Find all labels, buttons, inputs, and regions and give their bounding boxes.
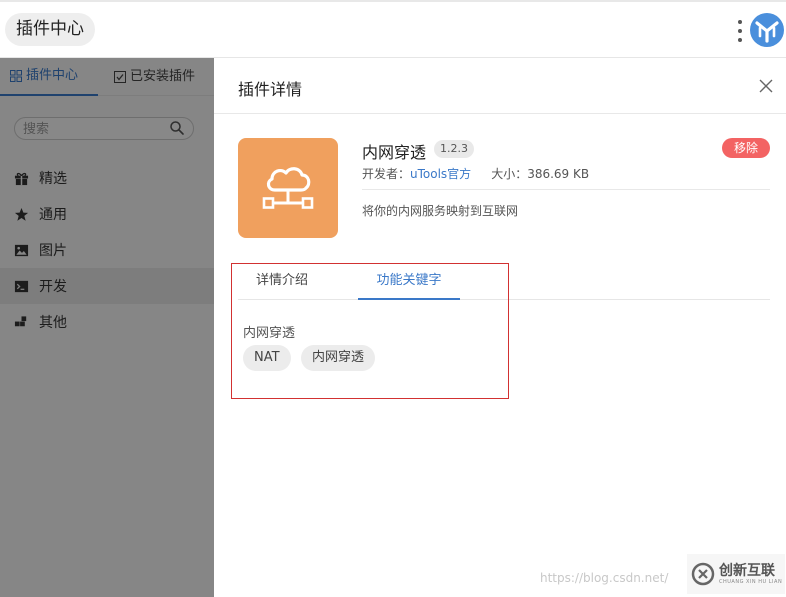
plugin-meta: 开发者：uTools官方 大小：386.69 KB [362, 165, 589, 182]
keyword-chip[interactable]: 内网穿透 [301, 345, 376, 371]
plugin-logo [238, 138, 338, 238]
close-icon[interactable] [758, 78, 774, 94]
tab-details[interactable]: 详情介绍 [238, 264, 326, 300]
detail-tabs: 详情介绍 功能关键字 [238, 264, 770, 300]
tab-keywords[interactable]: 功能关键字 [358, 264, 460, 300]
size-label: 大小： [491, 167, 528, 181]
detail-header: 插件详情 [214, 58, 786, 114]
utools-logo-icon[interactable] [749, 12, 785, 48]
more-menu-button[interactable] [733, 14, 747, 48]
brand-subtitle: CHUANG XIN HU LIAN [719, 579, 783, 585]
watermark-url: https://blog.csdn.net/ [540, 571, 669, 585]
keywords-heading: 内网穿透 [243, 326, 296, 341]
sidebar-dim-overlay[interactable] [0, 58, 214, 597]
header-bar: 插件中心 [0, 2, 786, 58]
developer-label: 开发者： [362, 167, 411, 181]
developer-link[interactable]: uTools官方 [410, 167, 471, 181]
more-dot-icon [738, 20, 742, 24]
plugin-name: 内网穿透 [362, 143, 427, 162]
more-dot-icon [738, 29, 742, 33]
size-value: 386.69 KB [527, 167, 590, 181]
meta-divider [362, 189, 770, 190]
brand-logo-icon [691, 562, 715, 586]
remove-button[interactable]: 移除 [722, 138, 770, 158]
watermark-logo: 创新互联 CHUANG XIN HU LIAN [687, 554, 785, 594]
more-dot-icon [738, 38, 742, 42]
cloud-network-icon [262, 167, 314, 209]
plugin-description: 将你的内网服务映射到互联网 [362, 204, 519, 218]
keyword-chip[interactable]: NAT [243, 345, 291, 371]
detail-title: 插件详情 [238, 80, 303, 99]
app-title-search[interactable]: 插件中心 [5, 13, 95, 46]
brand-name: 创新互联 [719, 563, 775, 579]
version-badge: 1.2.3 [434, 140, 474, 158]
